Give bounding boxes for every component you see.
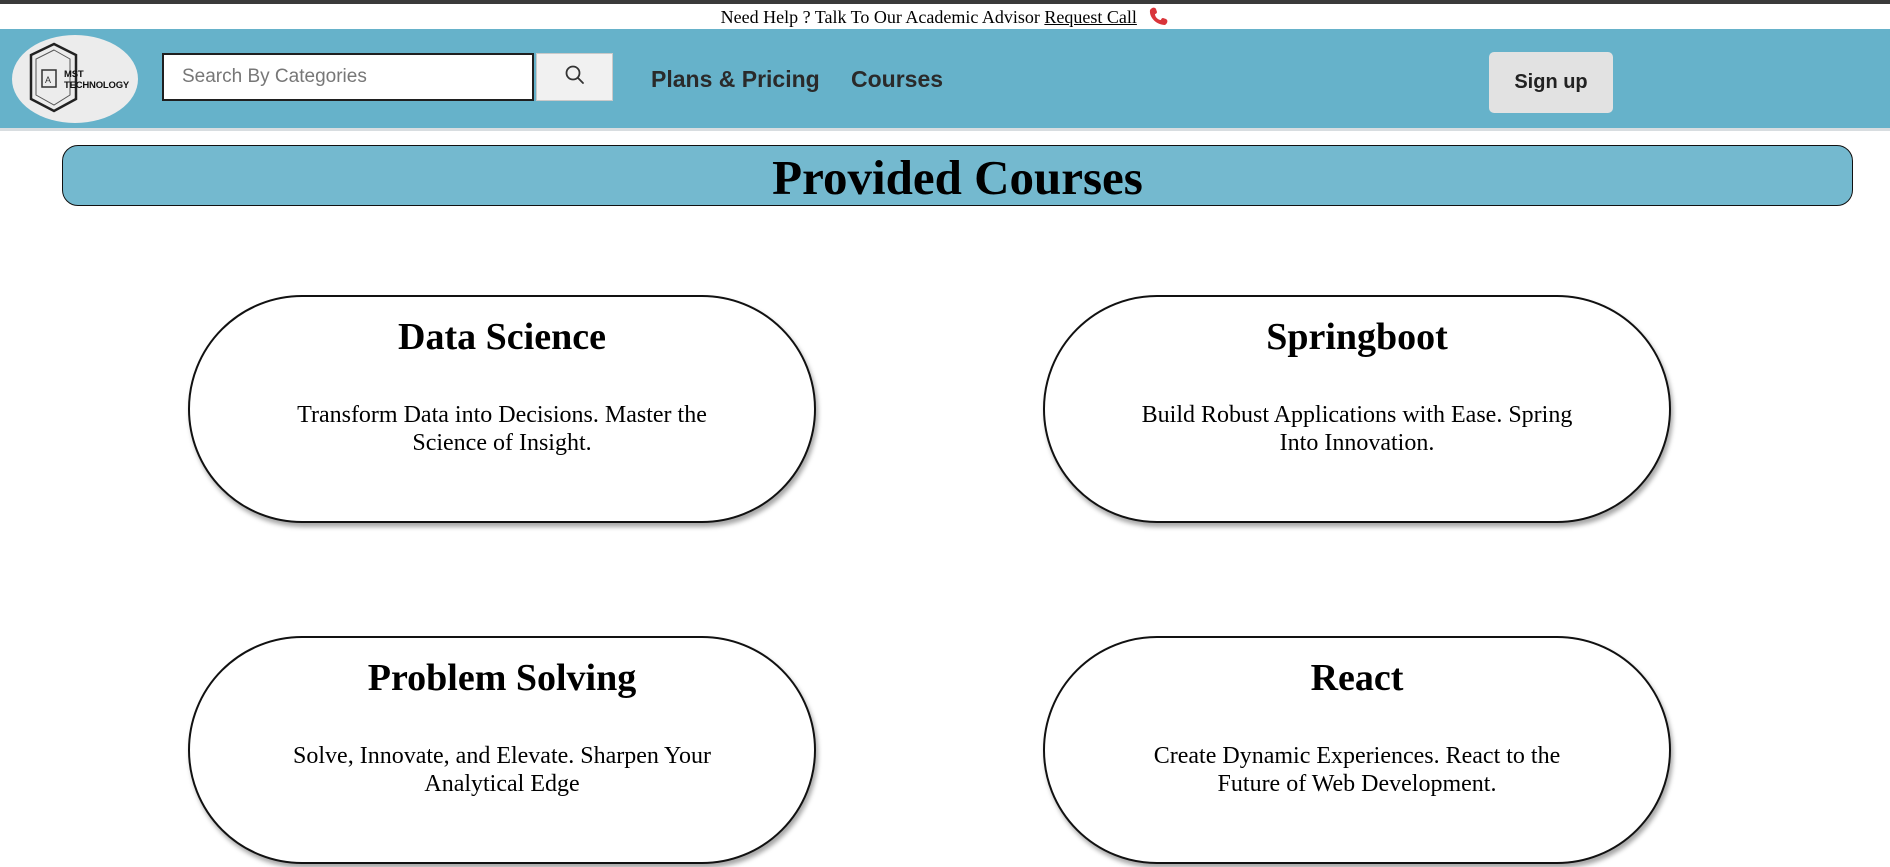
help-text: Need Help ? Talk To Our Academic Advisor: [720, 7, 1040, 27]
course-card-data-science[interactable]: Data Science Transform Data into Decisio…: [188, 295, 816, 523]
course-card-problem-solving[interactable]: Problem Solving Solve, Innovate, and Ele…: [188, 636, 816, 864]
course-card-springboot[interactable]: Springboot Build Robust Applications wit…: [1043, 295, 1671, 523]
search-input[interactable]: [162, 53, 534, 101]
nav-plans-pricing[interactable]: Plans & Pricing: [651, 65, 820, 93]
course-title: Problem Solving: [367, 657, 637, 699]
section-title: Provided Courses: [772, 150, 1143, 205]
search-icon: [564, 64, 586, 91]
course-description: Build Robust Applications with Ease. Spr…: [1141, 402, 1573, 456]
brand-logo[interactable]: A MST TECHNOLOGY: [12, 35, 138, 123]
course-description: Create Dynamic Experiences. React to the…: [1153, 743, 1561, 797]
nav-courses[interactable]: Courses: [851, 65, 943, 93]
help-bar: Need Help ? Talk To Our Academic Advisor…: [0, 4, 1890, 29]
provided-courses-banner: Provided Courses: [62, 145, 1853, 206]
svg-text:A: A: [45, 75, 51, 85]
request-call-link[interactable]: Request Call: [1044, 7, 1137, 27]
navbar: A MST TECHNOLOGY Plans & Pricing Courses…: [0, 29, 1890, 131]
course-card-react[interactable]: React Create Dynamic Experiences. React …: [1043, 636, 1671, 864]
course-description: Solve, Innovate, and Elevate. Sharpen Yo…: [293, 743, 711, 797]
course-title: Springboot: [1266, 316, 1448, 358]
course-title: Data Science: [398, 316, 606, 358]
signup-button[interactable]: Sign up: [1489, 52, 1613, 113]
logo-text: MST TECHNOLOGY: [64, 69, 130, 91]
course-description: Transform Data into Decisions. Master th…: [297, 402, 707, 456]
search-button[interactable]: [536, 53, 613, 101]
course-title: React: [1310, 657, 1404, 699]
